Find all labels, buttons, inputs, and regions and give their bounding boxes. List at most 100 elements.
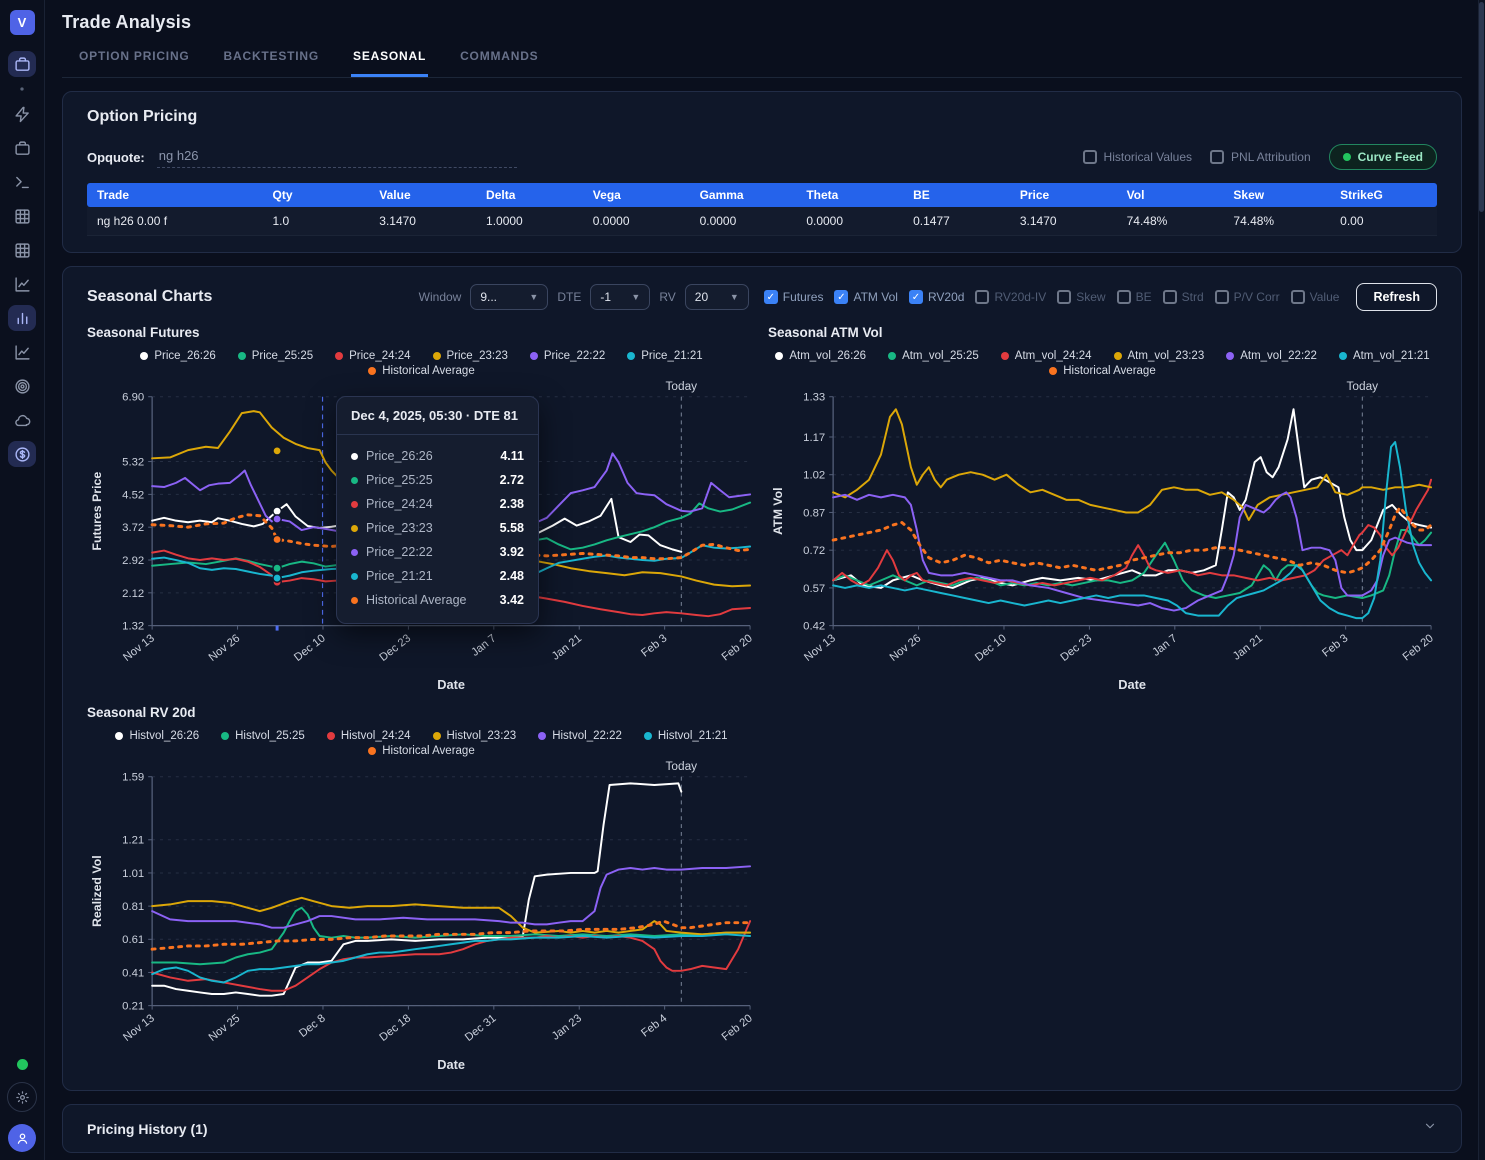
svg-text:3.72: 3.72 xyxy=(122,522,144,534)
checkbox-skew[interactable]: Skew xyxy=(1057,290,1105,304)
legend-item[interactable]: Price_26:26 xyxy=(140,350,215,362)
tab-commands[interactable]: COMMANDS xyxy=(458,49,540,77)
legend-item[interactable]: Price_22:22 xyxy=(530,350,605,362)
svg-text:Feb 20: Feb 20 xyxy=(1401,632,1436,663)
legend-item[interactable]: Histvol_22:22 xyxy=(538,730,622,742)
legend-item[interactable]: Price_25:25 xyxy=(238,350,313,362)
tab-bar: OPTION PRICING BACKTESTING SEASONAL COMMAND… xyxy=(62,49,1462,78)
user-avatar[interactable] xyxy=(8,1124,36,1152)
legend-item[interactable]: Historical Average xyxy=(1049,365,1155,377)
cloud-icon[interactable] xyxy=(8,407,36,433)
table-row[interactable]: ng h26 0.00 f1.03.14701.00000.00000.0000… xyxy=(87,207,1437,236)
legend-item[interactable]: Price_24:24 xyxy=(335,350,410,362)
svg-text:Feb 20: Feb 20 xyxy=(720,632,755,663)
scrollbar[interactable] xyxy=(1478,0,1485,1160)
target-icon[interactable] xyxy=(8,373,36,399)
svg-text:Jan 21: Jan 21 xyxy=(1231,632,1265,662)
briefcase-icon[interactable] xyxy=(8,51,36,77)
svg-text:Date: Date xyxy=(1118,677,1146,692)
legend-item[interactable]: Historical Average xyxy=(368,365,474,377)
seasonal-atm-vol-chart: Seasonal ATM Vol Atm_vol_26:26 Atm_vol_25:… xyxy=(768,325,1437,695)
pricing-history-panel[interactable]: Pricing History (1) xyxy=(62,1104,1462,1153)
checkbox-rv20d[interactable]: ✓RV20d xyxy=(909,290,964,304)
legend-item[interactable]: Atm_vol_22:22 xyxy=(1226,350,1317,362)
tab-seasonal[interactable]: SEASONAL xyxy=(351,49,428,77)
window-value: 9... xyxy=(480,290,497,304)
checkbox-be[interactable]: BE xyxy=(1117,290,1152,304)
checkbox-futures[interactable]: ✓Futures xyxy=(764,290,824,304)
toggle-pnl-attribution[interactable]: PNL Attribution xyxy=(1210,150,1311,164)
curve-feed-button[interactable]: Curve Feed xyxy=(1329,144,1437,170)
dte-select[interactable]: -1▼ xyxy=(590,284,650,310)
line-chart-secondary-icon[interactable] xyxy=(8,339,36,365)
dte-value: -1 xyxy=(600,290,611,304)
legend-item[interactable]: Historical Average xyxy=(368,745,474,757)
chart-plot[interactable]: 1.331.171.020.870.720.570.42Nov 13Nov 26… xyxy=(768,377,1437,695)
legend-item[interactable]: Atm_vol_26:26 xyxy=(775,350,866,362)
legend-item[interactable]: Atm_vol_24:24 xyxy=(1001,350,1092,362)
chart-legend: Price_26:26 Price_25:25 Price_24:24 Price_2… xyxy=(87,350,756,362)
scrollbar-thumb[interactable] xyxy=(1479,2,1484,212)
chart-title: Seasonal ATM Vol xyxy=(768,325,1437,340)
refresh-button[interactable]: Refresh xyxy=(1356,283,1437,311)
chart-legend-row2: Historical Average xyxy=(87,365,756,377)
tab-backtesting[interactable]: BACKTESTING xyxy=(222,49,321,77)
tab-option-pricing[interactable]: OPTION PRICING xyxy=(77,49,192,77)
legend-item[interactable]: Histvol_21:21 xyxy=(644,730,728,742)
opquote-label: Opquote: xyxy=(87,150,145,165)
rv-select[interactable]: 20▼ xyxy=(685,284,749,310)
column-header: BE xyxy=(903,183,1010,207)
column-header: Qty xyxy=(263,183,370,207)
legend-item[interactable]: Histvol_23:23 xyxy=(433,730,517,742)
legend-item[interactable]: Price_21:21 xyxy=(627,350,702,362)
checkbox-icon xyxy=(1057,290,1071,304)
tooltip-row: Price_24:242.38 xyxy=(351,492,524,516)
svg-text:Date: Date xyxy=(437,677,465,692)
app-root: V Trade Analysis OPTION PRICINGBACKTESTI… xyxy=(0,0,1485,1160)
chart-legend: Atm_vol_26:26 Atm_vol_25:25 Atm_vol_24:24 A… xyxy=(768,350,1437,362)
svg-text:1.32: 1.32 xyxy=(122,621,144,633)
briefcase-secondary-icon[interactable] xyxy=(8,135,36,161)
table-cell: 0.0000 xyxy=(796,207,903,236)
legend-item[interactable]: Price_23:23 xyxy=(433,350,508,362)
legend-item[interactable]: Histvol_26:26 xyxy=(115,730,199,742)
svg-text:Today: Today xyxy=(666,759,698,773)
svg-text:0.41: 0.41 xyxy=(122,967,144,979)
app-logo[interactable]: V xyxy=(10,10,35,35)
checkbox-icon: ✓ xyxy=(834,290,848,304)
toggle-historical-values[interactable]: Historical Values xyxy=(1083,150,1192,164)
checkbox-value[interactable]: Value xyxy=(1291,290,1340,304)
tooltip-row: Price_21:212.48 xyxy=(351,564,524,588)
tooltip-row: Price_23:235.58 xyxy=(351,516,524,540)
legend-item[interactable]: Atm_vol_25:25 xyxy=(888,350,979,362)
dollar-icon[interactable] xyxy=(8,441,36,467)
window-select[interactable]: 9...▼ xyxy=(470,284,548,310)
zap-icon[interactable] xyxy=(8,101,36,127)
checkbox-rv20d-iv[interactable]: RV20d-IV xyxy=(975,290,1046,304)
legend-item[interactable]: Atm_vol_21:21 xyxy=(1339,350,1430,362)
checkbox-icon: ✓ xyxy=(909,290,923,304)
svg-text:6.90: 6.90 xyxy=(122,392,144,404)
bar-chart-icon[interactable] xyxy=(8,305,36,331)
seasonal-header: Seasonal Charts Window 9...▼ DTE -1▼ RV … xyxy=(87,283,1437,311)
chart-plot[interactable]: 1.591.211.010.810.610.410.21Nov 13Nov 25… xyxy=(87,757,756,1075)
svg-text:Jan 7: Jan 7 xyxy=(469,632,498,659)
dte-label: DTE xyxy=(557,290,581,304)
legend-item[interactable]: Atm_vol_23:23 xyxy=(1114,350,1205,362)
checkbox-icon: ✓ xyxy=(764,290,778,304)
grid-secondary-icon[interactable] xyxy=(8,237,36,263)
line-chart-icon[interactable] xyxy=(8,271,36,297)
grid-icon[interactable] xyxy=(8,203,36,229)
terminal-icon[interactable] xyxy=(8,169,36,195)
checkbox-p-v-corr[interactable]: P/V Corr xyxy=(1215,290,1280,304)
legend-item[interactable]: Histvol_24:24 xyxy=(327,730,411,742)
opquote-row: Opquote: ng h26 Historical Values PNL Att… xyxy=(87,144,1437,170)
chevron-down-icon[interactable] xyxy=(1423,1119,1437,1138)
settings-gear-icon[interactable] xyxy=(7,1082,37,1112)
checkbox-strd[interactable]: Strd xyxy=(1163,290,1204,304)
svg-text:Nov 13: Nov 13 xyxy=(802,632,838,664)
checkbox-icon xyxy=(1210,150,1224,164)
checkbox-atm-vol[interactable]: ✓ATM Vol xyxy=(834,290,897,304)
opquote-input[interactable]: ng h26 xyxy=(157,146,517,168)
legend-item[interactable]: Histvol_25:25 xyxy=(221,730,305,742)
